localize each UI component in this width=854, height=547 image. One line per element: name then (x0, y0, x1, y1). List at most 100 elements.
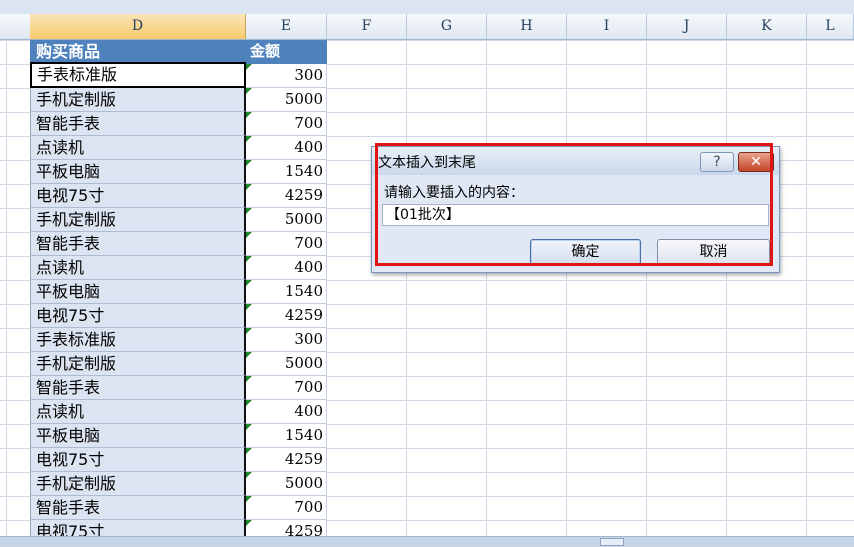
amount-cell[interactable]: 4259 (246, 448, 327, 472)
amount-cell[interactable]: 4259 (246, 184, 327, 208)
amount-cell[interactable]: 400 (246, 256, 327, 280)
table-row: 手机定制版 5000 (0, 472, 327, 496)
amount-cell[interactable]: 1540 (246, 280, 327, 304)
table-row: 智能手表 700 (0, 232, 327, 256)
header-cell-product[interactable]: 购买商品 (30, 40, 246, 64)
ok-button[interactable]: 确定 (530, 239, 641, 265)
help-icon[interactable]: ? (700, 152, 734, 172)
number-as-text-indicator-icon (246, 256, 252, 262)
amount-cell[interactable]: 1540 (246, 424, 327, 448)
amount-cell[interactable]: 400 (246, 400, 327, 424)
number-as-text-indicator-icon (246, 400, 252, 406)
amount-cell[interactable]: 5000 (246, 472, 327, 496)
amount-cell[interactable]: 400 (246, 136, 327, 160)
column-header-f[interactable]: F (327, 14, 407, 39)
table-row: 手表标准版 300 (0, 64, 327, 88)
product-cell[interactable]: 手机定制版 (30, 352, 246, 376)
amount-cell[interactable]: 1540 (246, 160, 327, 184)
number-as-text-indicator-icon (246, 64, 252, 70)
number-as-text-indicator-icon (246, 112, 252, 118)
product-cell[interactable]: 电视75寸 (30, 520, 246, 536)
number-as-text-indicator-icon (246, 328, 252, 334)
product-cell[interactable]: 智能手表 (30, 496, 246, 520)
amount-cell[interactable]: 700 (246, 496, 327, 520)
sheet-grid[interactable]: 购买商品 金额 手表标准版 300 手机定制版 5000 智能手表 700 点读机 400 平板… (0, 40, 854, 536)
table-row: 平板电脑 1540 (0, 280, 327, 304)
number-as-text-indicator-icon (246, 352, 252, 358)
amount-cell[interactable]: 700 (246, 232, 327, 256)
column-header-j[interactable]: J (647, 14, 727, 39)
insert-text-dialog: 文本插入到末尾 ? ✕ 请输入要插入的内容： 【01批次】 确定 取消 (371, 146, 780, 273)
horizontal-scrollbar[interactable] (0, 536, 854, 547)
amount-cell[interactable]: 700 (246, 112, 327, 136)
product-cell[interactable]: 手机定制版 (30, 472, 246, 496)
number-as-text-indicator-icon (246, 136, 252, 142)
number-as-text-indicator-icon (246, 304, 252, 310)
number-as-text-indicator-icon (246, 472, 252, 478)
product-cell[interactable]: 智能手表 (30, 112, 246, 136)
amount-cell[interactable]: 5000 (246, 352, 327, 376)
number-as-text-indicator-icon (246, 208, 252, 214)
product-cell[interactable]: 平板电脑 (30, 424, 246, 448)
column-header-l[interactable]: L (807, 14, 854, 39)
amount-cell[interactable]: 5000 (246, 88, 327, 112)
amount-cell[interactable]: 300 (246, 328, 327, 352)
product-cell[interactable]: 点读机 (30, 256, 246, 280)
table-row: 电视75寸 4259 (0, 520, 327, 536)
table-row: 电视75寸 4259 (0, 304, 327, 328)
number-as-text-indicator-icon (246, 232, 252, 238)
number-as-text-indicator-icon (246, 160, 252, 166)
product-cell[interactable]: 点读机 (30, 400, 246, 424)
column-header-d[interactable]: D (30, 14, 246, 39)
table-row: 点读机 400 (0, 400, 327, 424)
amount-cell[interactable]: 5000 (246, 208, 327, 232)
dialog-titlebar[interactable]: 文本插入到末尾 ? ✕ (372, 147, 779, 175)
column-header-e[interactable]: E (246, 14, 327, 39)
amount-cell[interactable]: 700 (246, 376, 327, 400)
table-row: 电视75寸 4259 (0, 184, 327, 208)
table-header-row: 购买商品 金额 (0, 40, 327, 64)
product-cell[interactable]: 智能手表 (30, 376, 246, 400)
table-row: 手机定制版 5000 (0, 88, 327, 112)
amount-cell[interactable]: 4259 (246, 304, 327, 328)
product-cell[interactable]: 电视75寸 (30, 184, 246, 208)
column-header-i[interactable]: I (567, 14, 647, 39)
close-icon[interactable]: ✕ (738, 152, 774, 172)
product-cell[interactable]: 手表标准版 (30, 64, 246, 88)
number-as-text-indicator-icon (246, 496, 252, 502)
insert-text-input[interactable]: 【01批次】 (382, 204, 769, 226)
number-as-text-indicator-icon (246, 448, 252, 454)
amount-cell[interactable]: 4259 (246, 520, 327, 536)
number-as-text-indicator-icon (246, 424, 252, 430)
product-cell[interactable]: 平板电脑 (30, 280, 246, 304)
product-cell[interactable]: 手表标准版 (30, 328, 246, 352)
table-row: 手机定制版 5000 (0, 208, 327, 232)
table-row: 电视75寸 4259 (0, 448, 327, 472)
column-header-g[interactable]: G (407, 14, 487, 39)
product-cell[interactable]: 点读机 (30, 136, 246, 160)
product-cell[interactable]: 手机定制版 (30, 88, 246, 112)
table-row: 点读机 400 (0, 136, 327, 160)
product-cell[interactable]: 平板电脑 (30, 160, 246, 184)
cancel-button[interactable]: 取消 (657, 239, 770, 265)
table-row: 手机定制版 5000 (0, 352, 327, 376)
table-row: 智能手表 700 (0, 496, 327, 520)
table-row: 平板电脑 1540 (0, 160, 327, 184)
product-cell[interactable]: 电视75寸 (30, 304, 246, 328)
table-row: 智能手表 700 (0, 112, 327, 136)
table-row: 平板电脑 1540 (0, 424, 327, 448)
product-cell[interactable]: 智能手表 (30, 232, 246, 256)
column-header-k[interactable]: K (727, 14, 807, 39)
number-as-text-indicator-icon (246, 184, 252, 190)
table-row: 手表标准版 300 (0, 328, 327, 352)
header-cell-amount[interactable]: 金额 (246, 40, 327, 64)
number-as-text-indicator-icon (246, 88, 252, 94)
product-cell[interactable]: 手机定制版 (30, 208, 246, 232)
amount-cell[interactable]: 300 (246, 64, 327, 88)
number-as-text-indicator-icon (246, 520, 252, 526)
number-as-text-indicator-icon (246, 280, 252, 286)
scrollbar-thumb[interactable] (600, 538, 624, 546)
dialog-title: 文本插入到末尾 (378, 155, 476, 171)
column-header-h[interactable]: H (487, 14, 567, 39)
product-cell[interactable]: 电视75寸 (30, 448, 246, 472)
